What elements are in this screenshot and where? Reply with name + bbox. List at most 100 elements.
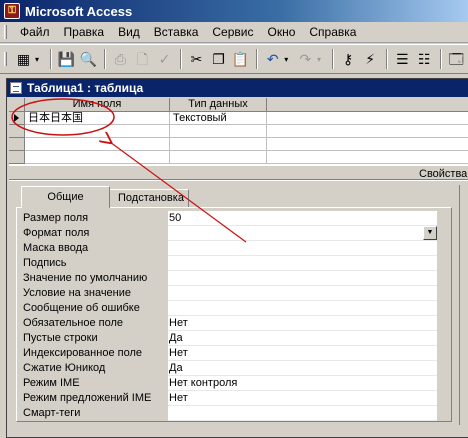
validation-rule-input[interactable] [168, 286, 437, 301]
table-row[interactable] [9, 151, 468, 164]
property-label: Обязательное поле [23, 317, 124, 329]
field-name-cell[interactable] [25, 125, 170, 138]
validation-text-input[interactable] [168, 301, 437, 316]
unicode-compression-input[interactable]: Да [168, 361, 437, 376]
row-selector-current-icon[interactable] [9, 112, 25, 125]
menu-bar: Файл Правка Вид Вставка Сервис Окно Спра… [0, 22, 468, 43]
copy-icon[interactable]: ❐ [208, 48, 229, 70]
allow-zero-length-input[interactable]: Да [168, 331, 437, 346]
menu-view[interactable]: Вид [111, 25, 147, 39]
data-type-cell[interactable]: Текстовый [170, 112, 267, 125]
toolbar-separator [385, 49, 388, 69]
row-selector[interactable] [9, 138, 25, 151]
app-title: Microsoft Access [25, 3, 133, 19]
required-input[interactable]: Нет [168, 316, 437, 331]
column-header-data-type: Тип данных [170, 98, 267, 112]
print-icon[interactable]: ⎙ [110, 48, 131, 70]
search-file-icon[interactable]: 🔍 [78, 48, 99, 70]
property-row: Индексированное поле Нет [23, 346, 437, 361]
toolbar-grip[interactable] [4, 52, 7, 66]
property-row: Смарт-теги [23, 406, 437, 421]
field-size-input[interactable]: 50 [168, 211, 437, 226]
indexes-icon[interactable]: ⚡ [360, 48, 381, 70]
redo-icon[interactable]: ↷ [295, 48, 316, 70]
print-preview-icon[interactable]: 🗋 [132, 48, 153, 70]
toolbar-separator [331, 49, 334, 69]
access-key-icon[interactable]: ⚿ [4, 3, 20, 19]
tab-lookup[interactable]: Подстановка [109, 189, 189, 208]
property-label: Подпись [23, 257, 67, 269]
property-row: Сообщение об ошибке [23, 301, 437, 316]
primary-key-icon[interactable]: ⚷ [338, 48, 359, 70]
window-title-bar[interactable]: Таблица1 : таблица [7, 79, 468, 97]
undo-icon[interactable]: ↶ [262, 48, 283, 70]
table-row[interactable]: 日本日本国 Текстовый [9, 112, 468, 125]
property-row: Размер поля 50 [23, 211, 437, 226]
property-row: Обязательное поле Нет [23, 316, 437, 331]
insert-rows-icon[interactable]: ☰ [392, 48, 413, 70]
redo-dropdown-icon[interactable]: ▾ [317, 55, 325, 64]
toolbar-separator [49, 49, 52, 69]
indexed-input[interactable]: Нет [168, 346, 437, 361]
property-label: Сообщение об ошибке [23, 302, 140, 314]
description-cell[interactable] [267, 151, 468, 164]
save-icon[interactable]: 💾 [56, 48, 77, 70]
column-header-field-name: Имя поля [25, 98, 170, 112]
field-name-cell[interactable] [25, 151, 170, 164]
field-name-cell[interactable] [25, 138, 170, 151]
format-input[interactable]: ▼ [168, 226, 437, 241]
data-type-cell[interactable] [170, 151, 267, 164]
grid-corner [9, 98, 25, 112]
property-row: Маска ввода [23, 241, 437, 256]
properties-tabs: Общие Подстановка [21, 186, 189, 208]
tab-general[interactable]: Общие [21, 186, 110, 208]
menu-tools[interactable]: Сервис [205, 25, 260, 39]
toolbar-separator [103, 49, 106, 69]
app-title-bar: ⚿ Microsoft Access [0, 0, 468, 22]
ime-mode-input[interactable]: Нет контроля [168, 376, 437, 391]
spelling-icon[interactable]: ✓ [154, 48, 175, 70]
table-doc-icon [10, 82, 22, 94]
default-value-input[interactable] [168, 271, 437, 286]
property-label: Режим IME [23, 377, 80, 389]
menu-insert[interactable]: Вставка [147, 25, 206, 39]
menu-window[interactable]: Окно [260, 25, 302, 39]
property-row: Режим предложений IME Нет [23, 391, 437, 406]
property-row: Режим IME Нет контроля [23, 376, 437, 391]
toolbar-separator [256, 49, 259, 69]
cut-icon[interactable]: ✂ [186, 48, 207, 70]
data-type-cell[interactable] [170, 138, 267, 151]
description-cell[interactable] [267, 138, 468, 151]
caption-input[interactable] [168, 256, 437, 271]
paste-icon[interactable]: 📋 [230, 48, 251, 70]
undo-dropdown-icon[interactable]: ▾ [284, 55, 292, 64]
description-cell[interactable] [267, 125, 468, 138]
menu-help[interactable]: Справка [302, 25, 363, 39]
input-mask-input[interactable] [168, 241, 437, 256]
data-type-cell[interactable] [170, 125, 267, 138]
ime-sentence-mode-input[interactable]: Нет [168, 391, 437, 406]
delete-rows-icon[interactable]: ☷ [414, 48, 435, 70]
row-selector[interactable] [9, 151, 25, 164]
column-header-description [267, 98, 468, 112]
row-selector[interactable] [9, 125, 25, 138]
property-label: Формат поля [23, 227, 90, 239]
field-name-cell[interactable]: 日本日本国 [25, 112, 170, 125]
smart-tags-input[interactable] [168, 406, 437, 421]
view-icon[interactable]: ▦ [13, 48, 34, 70]
description-cell[interactable] [267, 112, 468, 125]
table-row[interactable] [9, 138, 468, 151]
properties-icon[interactable]: 🗔 [446, 48, 467, 70]
window-title: Таблица1 : таблица [27, 81, 144, 95]
properties-list: Размер поля 50 Формат поля ▼ Маска ввода… [23, 211, 437, 421]
menu-edit[interactable]: Правка [57, 25, 112, 39]
menu-file[interactable]: Файл [13, 25, 57, 39]
table-row[interactable] [9, 125, 468, 138]
chevron-down-icon[interactable]: ▼ [423, 226, 437, 240]
toolbar: ▦ ▾ 💾 🔍 ⎙ 🗋 ✓ ✂ ❐ 📋 ↶ ▾ ↷ ▾ ⚷ ⚡ ☰ ☷ 🗔 [0, 44, 468, 74]
menu-grip[interactable] [4, 25, 7, 39]
property-label: Смарт-теги [23, 407, 81, 419]
view-dropdown-icon[interactable]: ▾ [35, 55, 43, 64]
property-row: Значение по умолчанию [23, 271, 437, 286]
field-grid: Имя поля Тип данных 日本日本国 Текстовый [9, 98, 468, 166]
